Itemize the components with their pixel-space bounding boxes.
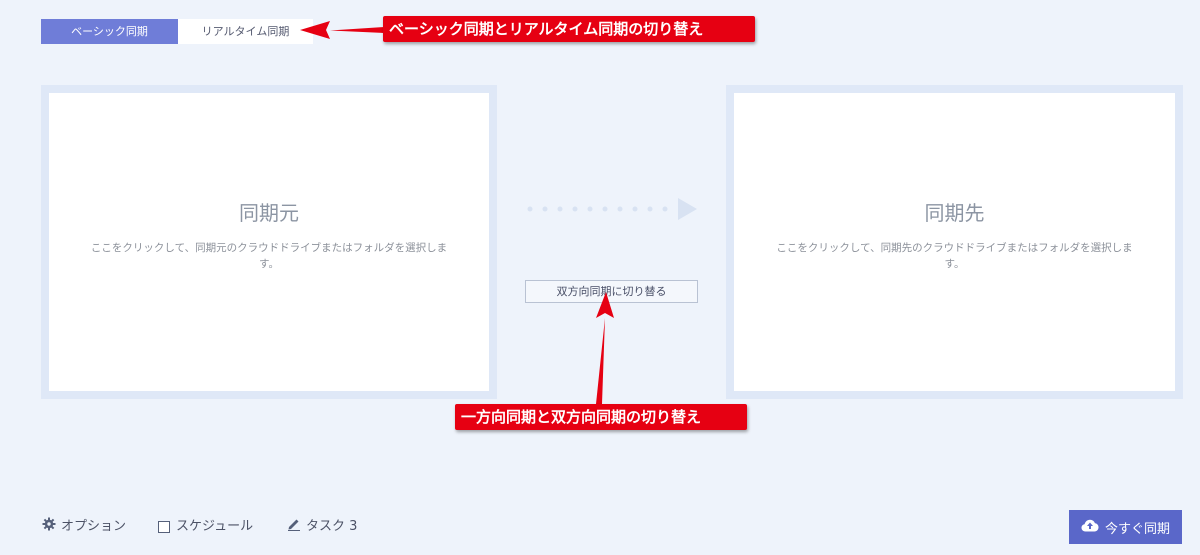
annotation-bottom: 一方向同期と双方向同期の切り替え [455, 404, 747, 430]
gear-icon [42, 517, 56, 538]
pencil-icon [287, 517, 301, 538]
tab-realtime-sync[interactable]: リアルタイム同期 [178, 19, 313, 44]
sync-now-label: 今すぐ同期 [1104, 521, 1170, 537]
annotation-arrow-bottom [596, 318, 605, 404]
annotation-arrow-top [330, 27, 384, 33]
switch-two-way-sync-button[interactable]: 双方向同期に切り替る [525, 280, 698, 303]
checkbox-icon[interactable] [158, 521, 170, 533]
schedule-toggle[interactable]: スケジュール [158, 517, 253, 537]
sync-now-button[interactable]: 今すぐ同期 [1069, 510, 1182, 544]
source-panel: 同期元 ここをクリックして、同期元のクラウドドライブまたはフォルダを選択します。 [41, 85, 497, 399]
destination-title: 同期先 [924, 201, 985, 225]
cloud-upload-icon [1081, 519, 1099, 536]
source-title: 同期元 [239, 201, 299, 225]
schedule-label: スケジュール [176, 519, 254, 534]
options-label: オプション [61, 519, 127, 534]
tab-basic-sync[interactable]: ベーシック同期 [41, 19, 178, 44]
source-select-area[interactable]: 同期元 ここをクリックして、同期元のクラウドドライブまたはフォルダを選択します。 [49, 93, 489, 391]
sync-direction-arrow-icon [527, 198, 697, 220]
destination-description: ここをクリックして、同期先のクラウドドライブまたはフォルダを選択します。 [776, 242, 1133, 270]
task-name-button[interactable]: タスク 3 [287, 517, 357, 537]
destination-panel: 同期先 ここをクリックして、同期先のクラウドドライブまたはフォルダを選択します。 [726, 85, 1183, 399]
source-description: ここをクリックして、同期元のクラウドドライブまたはフォルダを選択します。 [90, 242, 448, 270]
destination-select-area[interactable]: 同期先 ここをクリックして、同期先のクラウドドライブまたはフォルダを選択します。 [734, 93, 1175, 391]
options-button[interactable]: オプション [42, 517, 126, 537]
task-label: タスク 3 [306, 519, 358, 534]
annotation-top: ベーシック同期とリアルタイム同期の切り替え [383, 16, 755, 42]
